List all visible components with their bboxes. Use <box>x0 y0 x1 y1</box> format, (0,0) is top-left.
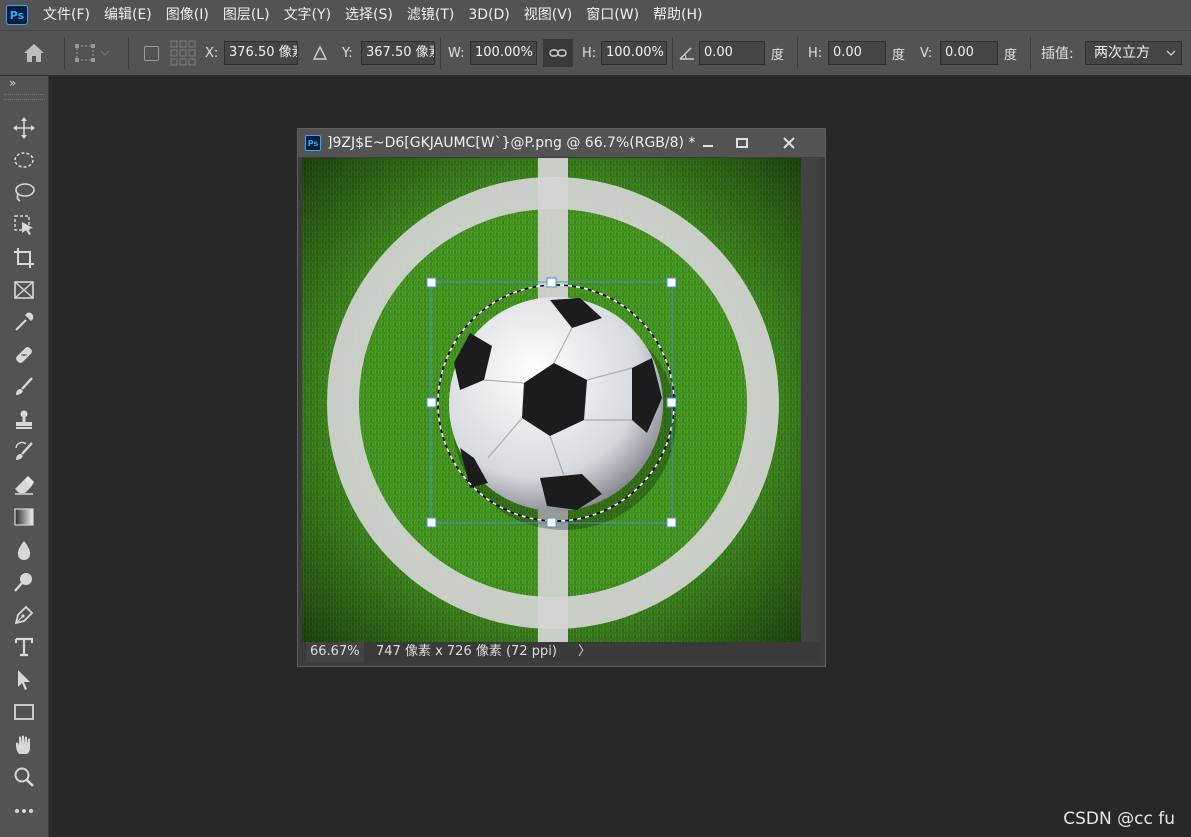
healing-brush-tool-icon[interactable] <box>8 340 40 370</box>
y-label: Y: <box>342 45 353 61</box>
w-label: W: <box>448 45 465 61</box>
menu-help[interactable]: 帮助(H) <box>646 0 709 30</box>
crop-tool-icon[interactable] <box>8 243 40 273</box>
lasso-tool-icon[interactable] <box>8 178 40 208</box>
frame-tool-icon[interactable] <box>8 275 40 305</box>
panel-collapse-button[interactable]: » <box>9 76 16 90</box>
options-bar: X: 376.50 像素 Y: 367.50 像素 W: 100.00% H: … <box>0 30 1191 76</box>
chevron-down-icon <box>1166 42 1176 64</box>
dodge-tool-icon[interactable] <box>8 567 40 597</box>
document-title: ]9ZJ$E~D6[GKJAUMC[W`}@P.png @ 66.7%(RGB/… <box>327 135 696 151</box>
rotate-angle-icon <box>678 31 696 75</box>
tools-panel: » <box>0 76 49 837</box>
menu-window[interactable]: 窗口(W) <box>579 0 646 30</box>
menu-bar: Ps 文件(F) 编辑(E) 图像(I) 图层(L) 文字(Y) 选择(S) 滤… <box>0 0 1191 30</box>
menu-layer[interactable]: 图层(L) <box>216 0 277 30</box>
photoshop-logo: Ps <box>6 5 28 25</box>
interpolation-label: 插值: <box>1041 46 1074 62</box>
link-icon[interactable] <box>543 39 573 67</box>
h-label: H: <box>582 45 597 61</box>
minimize-icon[interactable] <box>693 129 723 157</box>
menu-edit[interactable]: 编辑(E) <box>97 0 159 30</box>
move-tool-icon[interactable] <box>8 113 40 143</box>
menu-type[interactable]: 文字(Y) <box>277 0 338 30</box>
zoom-level[interactable]: 66.67% <box>306 642 364 662</box>
reference-point-checkbox[interactable] <box>144 31 159 75</box>
watermark: CSDN @cc fu <box>1063 809 1175 829</box>
vskew-label: V: <box>920 45 933 61</box>
hand-tool-icon[interactable] <box>8 730 40 760</box>
close-icon[interactable] <box>774 129 804 157</box>
gradient-tool-icon[interactable] <box>8 502 40 532</box>
interpolation-select[interactable]: 两次立方 <box>1085 41 1182 65</box>
maximize-icon[interactable] <box>727 129 757 157</box>
document-ps-icon: Ps <box>305 135 321 151</box>
x-position-field[interactable]: 376.50 像素 <box>224 41 298 65</box>
vskew-unit: 度 <box>1004 47 1018 63</box>
menu-3d[interactable]: 3D(D) <box>461 0 516 30</box>
menu-file[interactable]: 文件(F) <box>36 0 97 30</box>
hskew-unit: 度 <box>892 47 906 63</box>
y-position-field[interactable]: 367.50 像素 <box>361 41 435 65</box>
horizontal-skew-field[interactable]: 0.00 <box>828 41 886 65</box>
delta-icon[interactable] <box>312 31 328 75</box>
vertical-skew-field[interactable]: 0.00 <box>940 41 998 65</box>
interpolation-value: 两次立方 <box>1094 45 1150 61</box>
x-label: X: <box>205 45 219 61</box>
rotate-angle-field[interactable]: 0.00 <box>699 41 765 65</box>
rectangle-tool-icon[interactable] <box>8 697 40 727</box>
soccer-ball <box>449 297 663 511</box>
zoom-tool-icon[interactable] <box>8 762 40 792</box>
width-field[interactable]: 100.00% <box>470 41 537 65</box>
panel-grip[interactable] <box>4 94 45 100</box>
height-field[interactable]: 100.00% <box>601 41 667 65</box>
canvas-image[interactable] <box>302 158 801 642</box>
status-bar: 66.67% 747 像素 x 726 像素 (72 ppi) 〉 <box>302 642 820 662</box>
more-tools-icon[interactable] <box>8 796 40 826</box>
blur-tool-icon[interactable] <box>8 535 40 565</box>
type-tool-icon[interactable] <box>8 632 40 662</box>
menu-image[interactable]: 图像(I) <box>159 0 216 30</box>
angle-unit: 度 <box>771 47 785 63</box>
brush-tool-icon[interactable] <box>8 372 40 402</box>
document-window: Ps ]9ZJ$E~D6[GKJAUMC[W`}@P.png @ 66.7%(R… <box>297 128 826 667</box>
path-selection-tool-icon[interactable] <box>8 665 40 695</box>
document-title-bar[interactable]: Ps ]9ZJ$E~D6[GKJAUMC[W`}@P.png @ 66.7%(R… <box>298 129 825 157</box>
reference-point-grid-icon[interactable] <box>170 31 196 75</box>
eyedropper-tool-icon[interactable] <box>8 307 40 337</box>
document-info: 747 像素 x 726 像素 (72 ppi) <box>376 644 557 659</box>
home-icon[interactable] <box>22 31 46 75</box>
transform-bounds-icon[interactable] <box>74 31 110 75</box>
hskew-label: H: <box>808 45 823 61</box>
status-menu-arrow[interactable]: 〉 <box>578 642 591 662</box>
clone-stamp-tool-icon[interactable] <box>8 405 40 435</box>
canvas[interactable] <box>302 158 820 642</box>
object-selection-tool-icon[interactable] <box>8 210 40 240</box>
elliptical-marquee-tool-icon[interactable] <box>8 145 40 175</box>
menu-view[interactable]: 视图(V) <box>517 0 580 30</box>
menu-filter[interactable]: 滤镜(T) <box>400 0 461 30</box>
menu-select[interactable]: 选择(S) <box>338 0 400 30</box>
history-brush-tool-icon[interactable] <box>8 437 40 467</box>
eraser-tool-icon[interactable] <box>8 470 40 500</box>
vertical-scrollbar[interactable] <box>801 158 819 643</box>
pen-tool-icon[interactable] <box>8 600 40 630</box>
